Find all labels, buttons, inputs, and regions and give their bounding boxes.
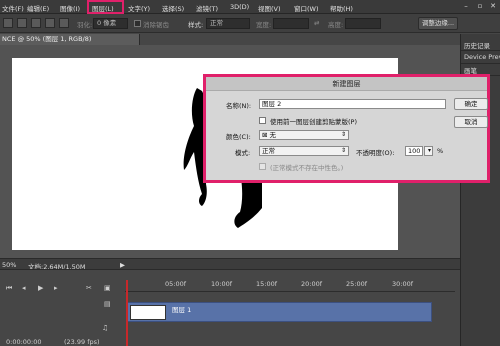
status-arrow-icon[interactable]: ▶ bbox=[120, 261, 125, 269]
new-layer-dialog: 新建图层 名称(N): 图层 2 确定 取消 使用前一图层创建剪贴蒙版(P) 颜… bbox=[203, 74, 490, 183]
neutral-checkbox bbox=[259, 163, 266, 170]
menu-help[interactable]: 帮助(H) bbox=[330, 3, 353, 13]
color-value: 无 bbox=[269, 131, 277, 139]
ruler-tick: 15:00f bbox=[256, 280, 278, 288]
panel-divider bbox=[461, 63, 500, 64]
refine-edge-button[interactable]: 调整边缘... bbox=[418, 17, 458, 30]
height-input[interactable] bbox=[345, 18, 381, 29]
first-frame-icon[interactable]: ⏮ bbox=[6, 284, 12, 293]
zoom-level[interactable]: 50% bbox=[2, 261, 16, 269]
menu-select[interactable]: 选择(S) bbox=[162, 3, 184, 13]
ruler-tick: 25:00f bbox=[346, 280, 368, 288]
opacity-unit: % bbox=[437, 147, 444, 155]
time-ruler[interactable]: 05:00f 10:00f 15:00f 20:00f 25:00f 30:00… bbox=[125, 280, 455, 292]
fps: (23.99 fps) bbox=[64, 338, 100, 346]
restore-icon[interactable]: ▫ bbox=[476, 2, 484, 10]
new-selection-icon[interactable] bbox=[17, 18, 27, 28]
status-bar: 50% 文档:2.64M/1.50M ▶ bbox=[0, 258, 460, 271]
style-select[interactable]: 正常 bbox=[206, 18, 250, 29]
timeline-panel: ⏮ ◂ ▶ ▸ ✂ ▣ ▤ ♫ 0:00:00:00 (23.99 fps) 0… bbox=[0, 269, 460, 346]
layer-track[interactable]: 图层 1 bbox=[127, 302, 432, 322]
name-label: 名称(N): bbox=[226, 102, 252, 110]
opacity-dropdown[interactable]: ▾ bbox=[424, 146, 433, 156]
chevron-down-icon: ⇕ bbox=[340, 147, 346, 154]
width-input[interactable] bbox=[273, 18, 309, 29]
swap-icon[interactable]: ⇄ bbox=[314, 19, 319, 27]
menu-3d[interactable]: 3D(D) bbox=[230, 3, 249, 11]
subtract-selection-icon[interactable] bbox=[45, 18, 55, 28]
color-select[interactable]: ⊠ 无 ⇕ bbox=[259, 130, 349, 140]
dialog-title: 新建图层 bbox=[206, 77, 487, 91]
intersect-selection-icon[interactable] bbox=[59, 18, 69, 28]
clip-label: 使用前一图层创建剪贴蒙版(P) bbox=[270, 118, 357, 126]
chevron-down-icon: ⇕ bbox=[340, 131, 346, 138]
style-label: 样式: bbox=[188, 21, 204, 29]
neutral-label: (正常模式不存在中性色。) bbox=[270, 164, 344, 172]
cancel-button[interactable]: 取消 bbox=[454, 116, 488, 128]
add-selection-icon[interactable] bbox=[31, 18, 41, 28]
feather-label: 羽化: bbox=[77, 21, 93, 29]
height-label: 高度: bbox=[328, 21, 344, 29]
panel-divider bbox=[461, 50, 500, 51]
ruler-tick: 10:00f bbox=[211, 280, 233, 288]
next-frame-icon[interactable]: ▸ bbox=[54, 284, 58, 292]
mode-label: 模式: bbox=[235, 149, 251, 157]
panel-device-preview[interactable]: Device Previ bbox=[464, 53, 500, 61]
name-input[interactable]: 图层 2 bbox=[259, 99, 446, 109]
color-label: 颜色(C): bbox=[226, 133, 251, 141]
film-icon[interactable]: ▤ bbox=[104, 300, 111, 308]
track-label: 图层 1 bbox=[172, 306, 192, 314]
ruler-tick: 05:00f bbox=[165, 280, 187, 288]
clip-checkbox[interactable] bbox=[259, 117, 266, 124]
menu-layer-highlight bbox=[87, 0, 124, 14]
prev-frame-icon[interactable]: ◂ bbox=[22, 284, 26, 292]
chevron-down-icon: ▾ bbox=[427, 147, 431, 154]
split-icon[interactable]: ✂ bbox=[86, 284, 92, 292]
width-label: 宽度: bbox=[256, 21, 272, 29]
menu-file[interactable]: 文件(F) bbox=[2, 3, 24, 13]
options-bar: 羽化: 0 像素 消除锯齿 样式: 正常 宽度: ⇄ 高度: 调整边缘... bbox=[0, 14, 500, 33]
menu-image[interactable]: 图像(I) bbox=[60, 3, 80, 13]
play-icon[interactable]: ▶ bbox=[38, 284, 43, 292]
marquee-tool-icon[interactable] bbox=[3, 18, 13, 28]
close-icon[interactable]: ✕ bbox=[489, 2, 497, 10]
menu-edit[interactable]: 编辑(E) bbox=[27, 3, 49, 13]
document-tab[interactable]: NCE @ 50% (图层 1, RGB/8) bbox=[0, 34, 140, 45]
panel-history[interactable]: 历史记录 bbox=[464, 40, 490, 50]
antialias-checkbox[interactable] bbox=[134, 20, 141, 27]
ruler-tick: 30:00f bbox=[392, 280, 414, 288]
audio-icon[interactable]: ♫ bbox=[102, 324, 108, 332]
ok-button[interactable]: 确定 bbox=[454, 98, 488, 110]
timecode: 0:00:00:00 bbox=[6, 338, 42, 346]
menu-type[interactable]: 文字(Y) bbox=[128, 3, 150, 13]
transition-icon[interactable]: ▣ bbox=[104, 284, 111, 292]
menu-bar: 文件(F) 编辑(E) 图像(I) 图层(L) 文字(Y) 选择(S) 滤镜(T… bbox=[0, 0, 500, 14]
menu-window[interactable]: 窗口(W) bbox=[294, 3, 319, 13]
menu-view[interactable]: 视图(V) bbox=[258, 3, 281, 13]
ruler-tick: 20:00f bbox=[301, 280, 323, 288]
feather-input[interactable]: 0 像素 bbox=[93, 18, 128, 29]
playhead[interactable] bbox=[126, 280, 128, 346]
mode-select[interactable]: 正常 ⇕ bbox=[259, 146, 349, 156]
layer-thumbnail bbox=[130, 305, 166, 320]
mode-value: 正常 bbox=[262, 147, 275, 155]
minimize-icon[interactable]: – bbox=[462, 2, 470, 10]
opacity-label: 不透明度(O): bbox=[356, 149, 395, 157]
antialias-label: 消除锯齿 bbox=[143, 21, 169, 29]
color-none-icon: ⊠ bbox=[262, 131, 270, 139]
opacity-input[interactable]: 100 bbox=[405, 146, 423, 156]
menu-filter[interactable]: 滤镜(T) bbox=[196, 3, 218, 13]
